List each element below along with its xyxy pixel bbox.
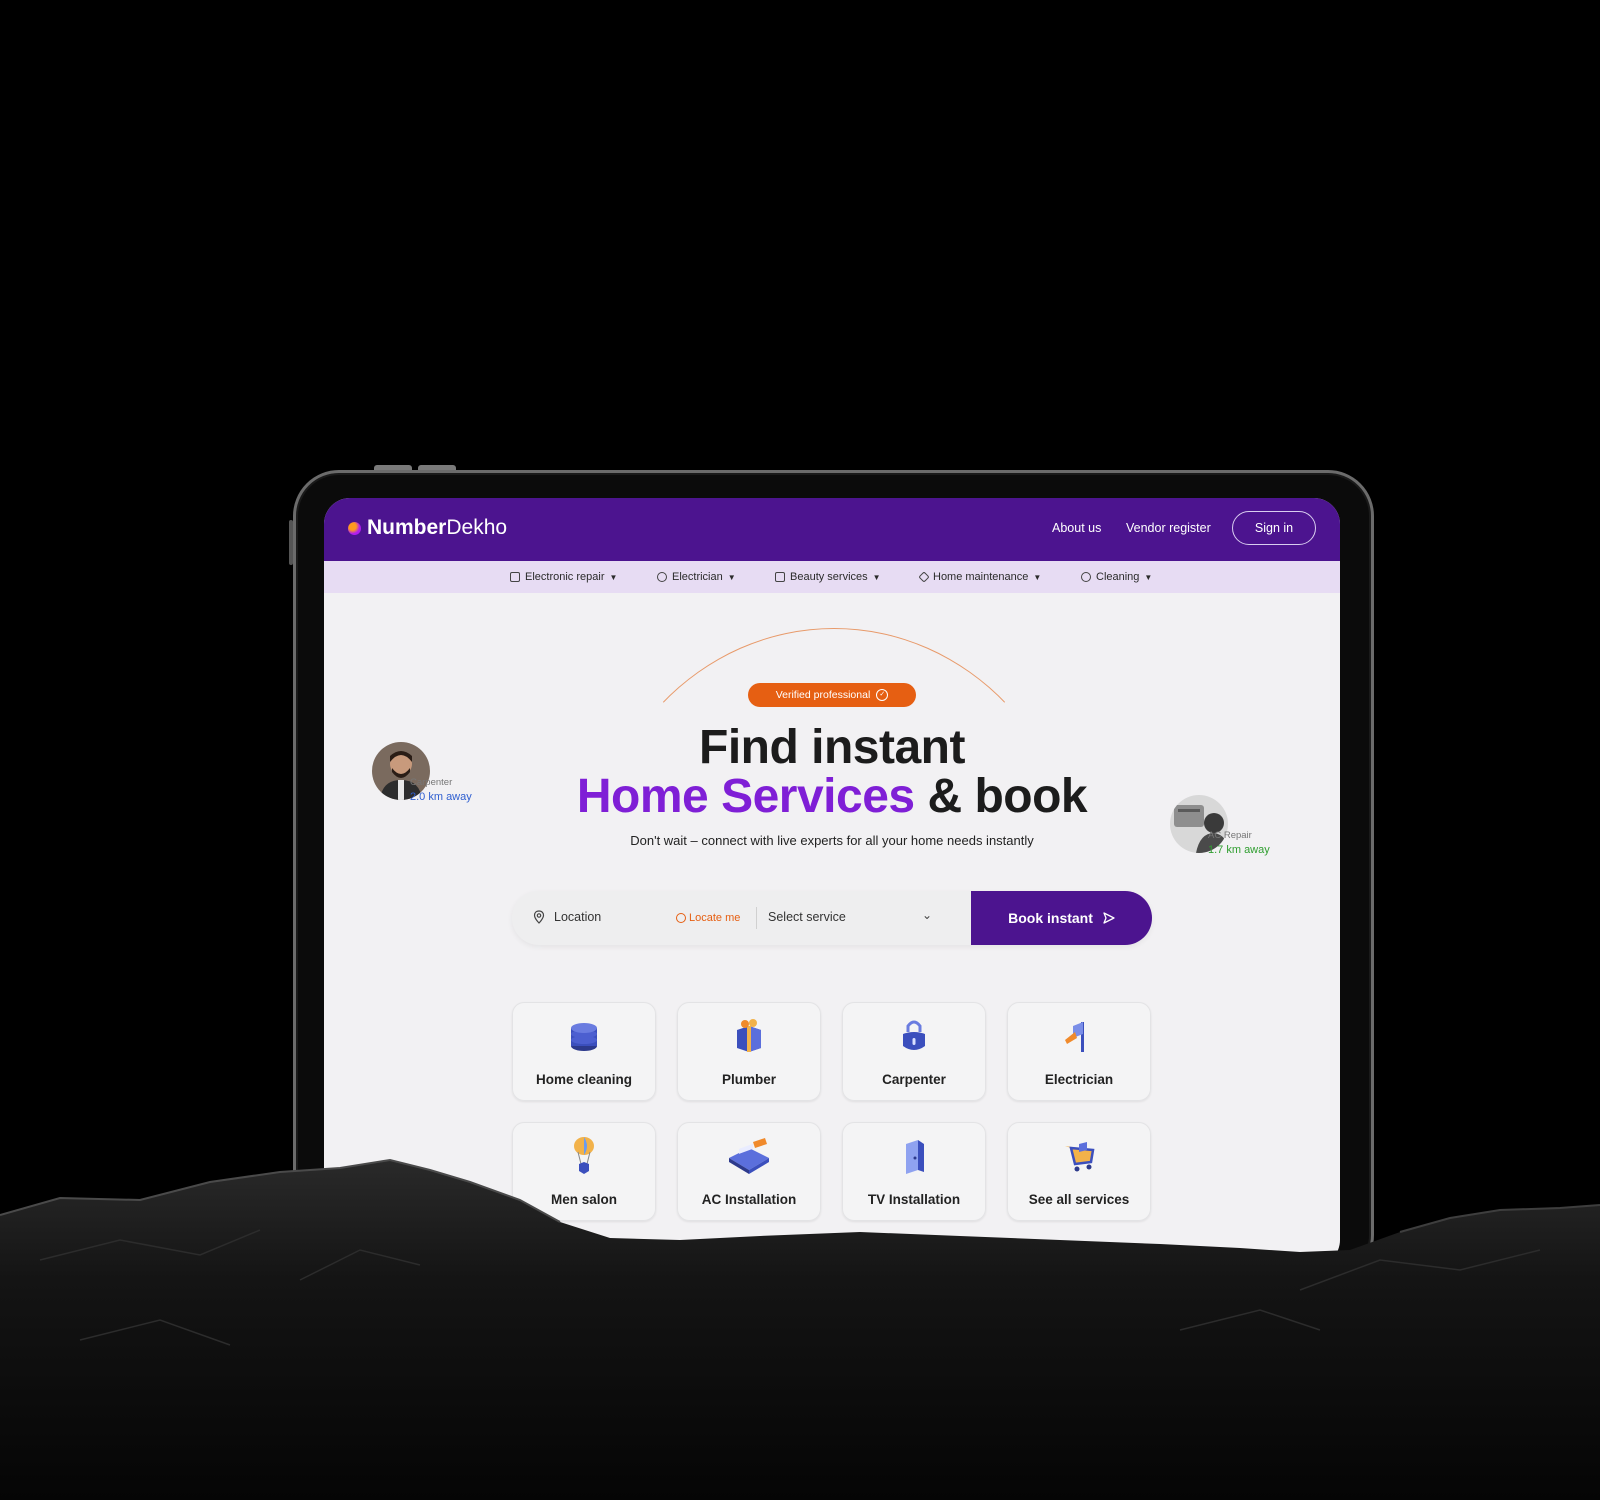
- service-card-ac-installation[interactable]: AC Installation: [677, 1122, 821, 1221]
- chevron-down-icon: ▼: [727, 572, 736, 582]
- service-card-electrician[interactable]: Electrician: [1007, 1002, 1151, 1101]
- chevron-down-icon: ▼: [1144, 572, 1153, 582]
- chevron-down-icon[interactable]: ⌄: [922, 908, 932, 922]
- ac-repair-role: AC Repair: [1208, 830, 1252, 841]
- category-beauty-services[interactable]: Beauty services ▼: [775, 571, 881, 583]
- carpenter-role: Carpenter: [410, 777, 453, 788]
- check-circle-icon: ✓: [876, 689, 889, 701]
- brand-name-light: Dekho: [446, 516, 508, 539]
- verified-badge-label: Verified professional: [775, 689, 871, 701]
- brand-logo[interactable]: Number Dekho: [348, 516, 507, 540]
- service-label: TV Installation: [867, 1192, 961, 1207]
- category-bar: Electronic repair ▼ Electrician ▼ Beauty…: [324, 561, 1340, 593]
- service-select[interactable]: Select service: [768, 910, 846, 924]
- book-instant-button[interactable]: Book instant: [971, 891, 1152, 945]
- coins-icon: [571, 1023, 597, 1051]
- service-label: Electrician: [1044, 1072, 1114, 1087]
- category-label: Cleaning: [1096, 571, 1140, 583]
- category-home-maintenance[interactable]: Home maintenance ▼: [918, 571, 1042, 583]
- chevron-down-icon: ▼: [609, 572, 618, 582]
- ac-repair-distance: 1.7 km away: [1208, 844, 1270, 856]
- service-card-plumber[interactable]: Plumber: [677, 1002, 821, 1101]
- top-navbar: Number Dekho About us Vendor register Sig…: [324, 498, 1340, 561]
- hero-title-accent: Home Services: [576, 770, 915, 823]
- service-card-carpenter[interactable]: Carpenter: [842, 1002, 986, 1101]
- carpenter-distance: 2.0 km away: [410, 791, 472, 803]
- pin-icon: [1065, 1022, 1084, 1052]
- service-label: Home cleaning: [535, 1072, 633, 1087]
- bulb-icon: [657, 572, 667, 582]
- category-label: Home maintenance: [933, 571, 1029, 583]
- logo-dot-icon: [348, 521, 361, 535]
- gift-icon: [737, 1019, 761, 1052]
- brand-name-bold: Number: [367, 516, 447, 539]
- balloon-icon: [574, 1137, 594, 1174]
- service-card-home-cleaning[interactable]: Home cleaning: [512, 1002, 656, 1101]
- cart-icon: [1065, 1142, 1095, 1172]
- wrench-icon: [918, 571, 930, 583]
- service-card-men-salon[interactable]: Men salon: [512, 1122, 656, 1221]
- lock-icon: [903, 1020, 925, 1050]
- location-input[interactable]: Location: [554, 910, 601, 924]
- sparkle-icon: [1081, 572, 1091, 582]
- hero-title-rest: & book: [927, 770, 1088, 823]
- send-icon: [1103, 912, 1115, 924]
- category-label: Electronic repair: [525, 571, 605, 583]
- service-label: Men salon: [550, 1192, 617, 1207]
- chevron-down-icon: ▼: [872, 572, 881, 582]
- service-card-see-all-services[interactable]: See all services: [1007, 1122, 1151, 1221]
- category-electronic-repair[interactable]: Electronic repair ▼: [510, 571, 617, 583]
- locate-me-button[interactable]: Locate me: [676, 912, 740, 924]
- category-cleaning[interactable]: Cleaning ▼: [1081, 571, 1152, 583]
- nav-about-us[interactable]: About us: [1052, 521, 1101, 535]
- service-label: See all services: [1028, 1192, 1130, 1207]
- search-divider: [756, 907, 757, 929]
- verified-badge: Verified professional ✓: [748, 683, 916, 707]
- service-label: AC Installation: [701, 1192, 797, 1207]
- category-label: Electrician: [672, 571, 723, 583]
- locate-me-label: Locate me: [689, 912, 741, 924]
- door-icon: [906, 1140, 924, 1174]
- service-card-tv-installation[interactable]: TV Installation: [842, 1122, 986, 1221]
- machine-icon: [729, 1138, 769, 1174]
- category-label: Beauty services: [790, 571, 868, 583]
- tv-icon: [510, 572, 520, 582]
- chevron-down-icon: ▼: [1033, 572, 1042, 582]
- service-label: Carpenter: [882, 1072, 946, 1087]
- target-icon: [676, 913, 686, 923]
- hero-title-line1: Find instant: [699, 721, 965, 774]
- service-label: Plumber: [721, 1072, 776, 1087]
- location-pin-icon: [533, 910, 545, 924]
- sign-in-button[interactable]: Sign in: [1232, 511, 1316, 545]
- category-electrician[interactable]: Electrician ▼: [657, 571, 736, 583]
- booking-search-bar: Location Locate me Select service ⌄ Book…: [512, 891, 1152, 945]
- nav-vendor-register[interactable]: Vendor register: [1126, 521, 1211, 535]
- bag-icon: [775, 572, 785, 582]
- book-instant-label: Book instant: [1008, 910, 1093, 926]
- website-screen: Number Dekho About us Vendor register Sig…: [324, 498, 1340, 1266]
